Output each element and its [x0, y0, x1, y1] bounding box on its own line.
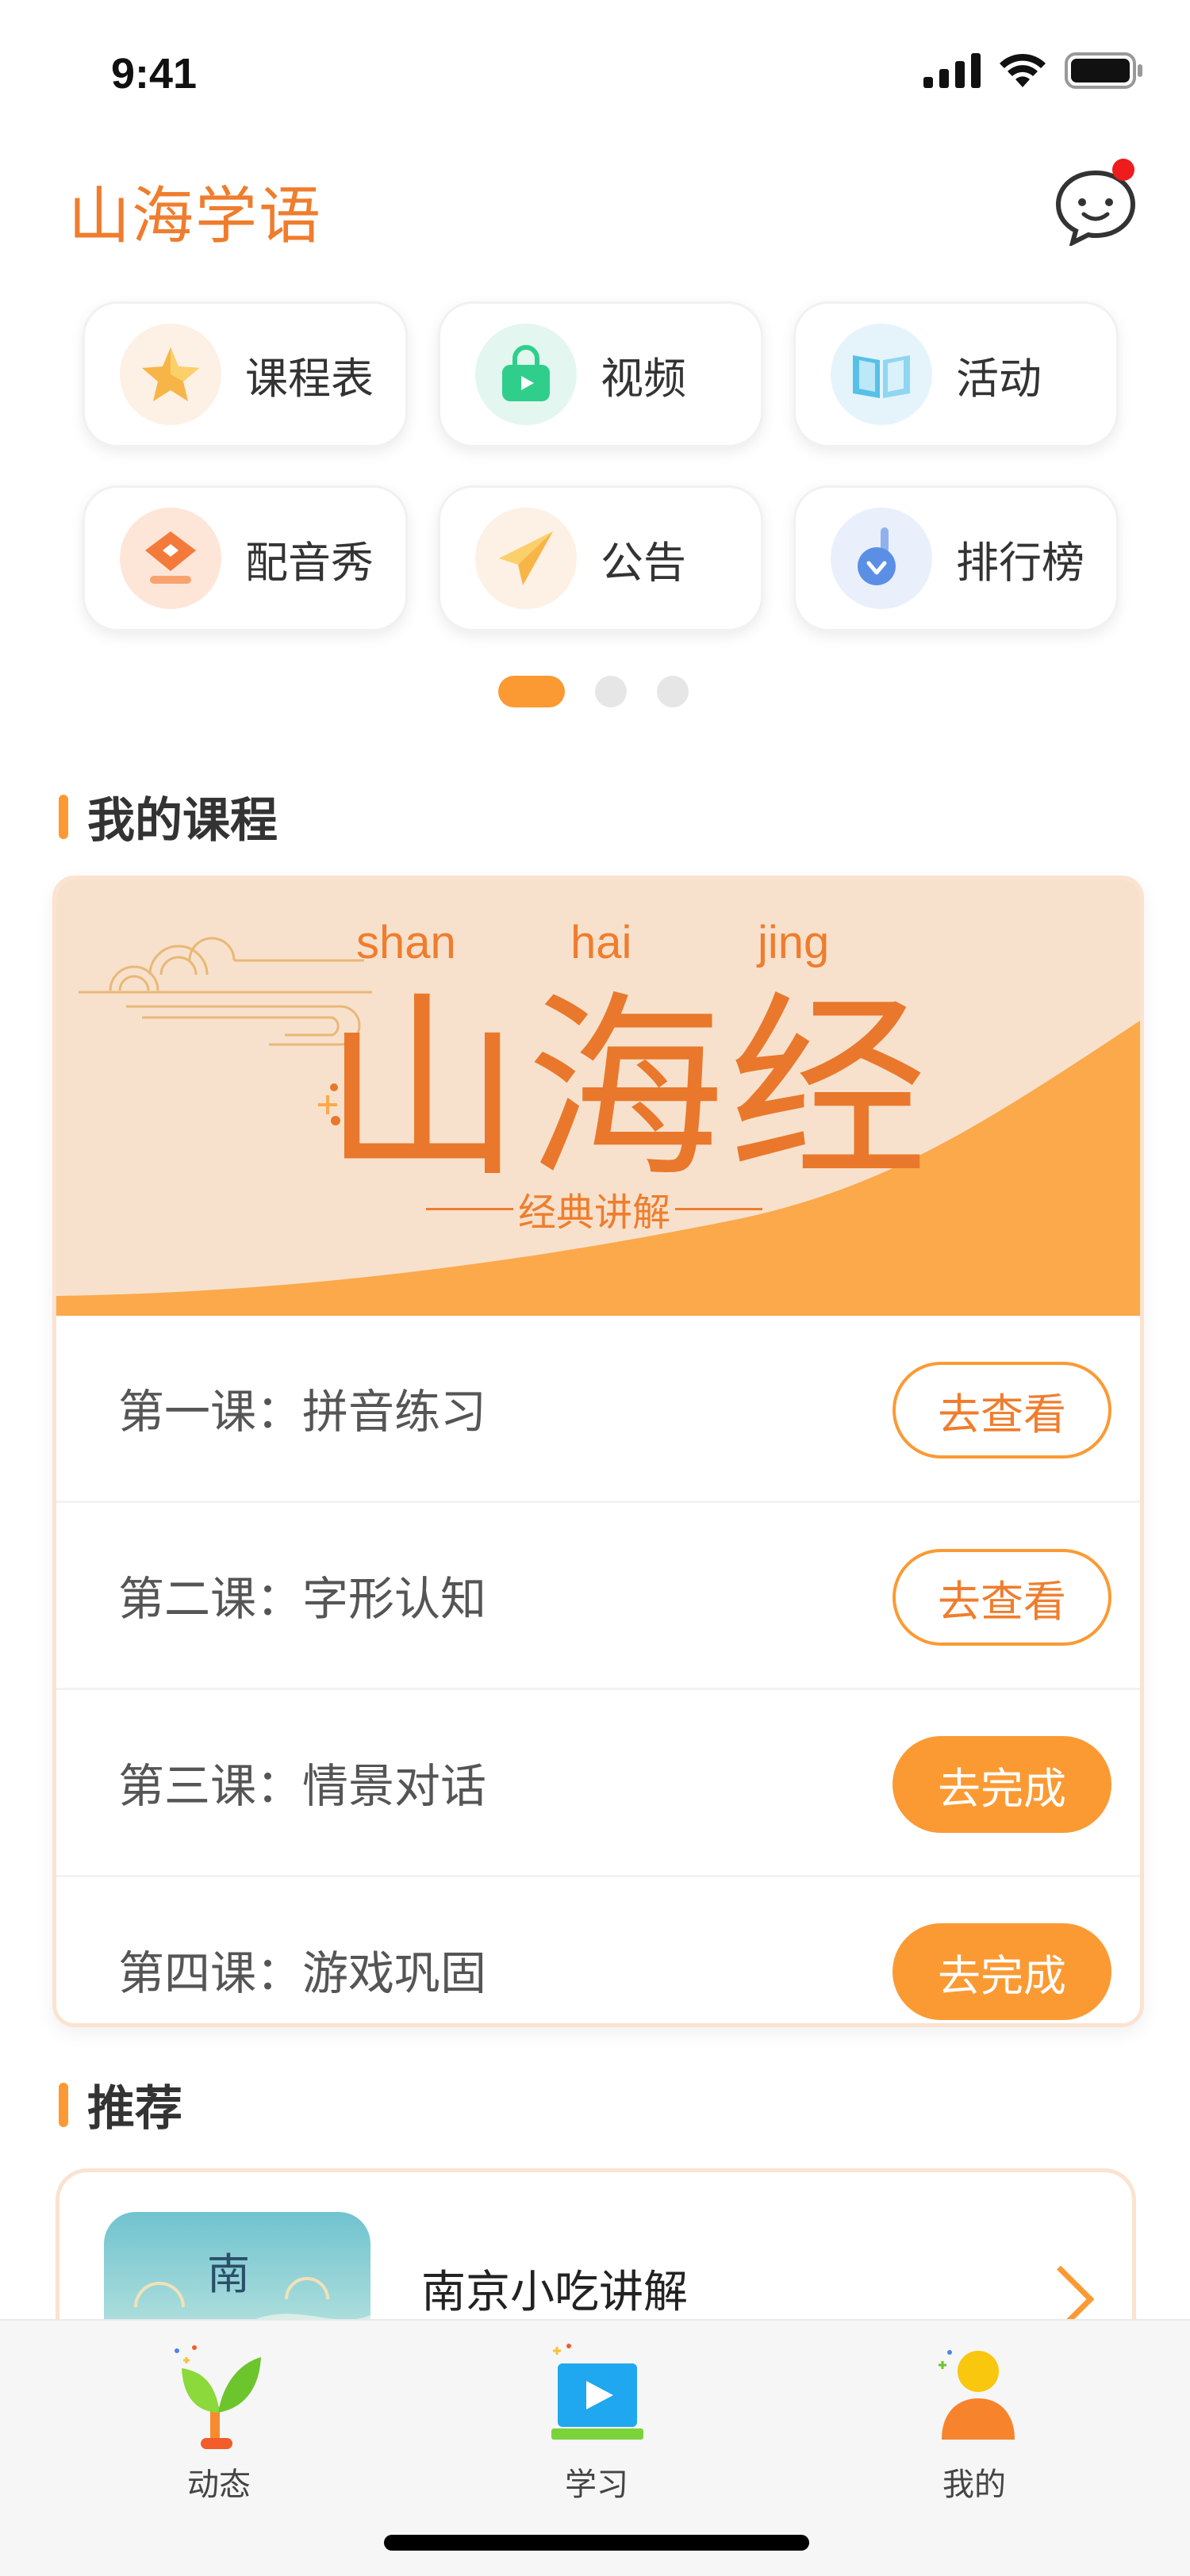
lesson-name: 第一课：拼音练习	[118, 1385, 487, 1439]
section-title: 我的课程	[87, 793, 278, 849]
lesson-name: 第二课：字形认知	[118, 1572, 487, 1626]
notification-dot	[1112, 159, 1134, 181]
message-button[interactable]	[1052, 159, 1139, 247]
complete-lesson-button[interactable]: 去完成	[892, 1736, 1111, 1833]
entry-label: 排行榜	[956, 537, 1084, 588]
page-dot[interactable]	[595, 676, 627, 707]
banner-pinyin: hai	[570, 917, 632, 968]
divider	[426, 1207, 513, 1210]
banner-subtitle-row: 经典讲解	[421, 1181, 767, 1236]
home-indicator	[384, 2535, 809, 2551]
recommend-title: 南京小吃讲解	[421, 2267, 688, 2318]
entry-icon-bg	[120, 324, 221, 425]
tab-label: 我的	[942, 2467, 1006, 2503]
entry-icon-bg	[475, 508, 577, 609]
entry-activity[interactable]: 活动	[793, 301, 1119, 447]
entry-label: 公告	[601, 537, 686, 588]
entry-schedule[interactable]: 课程表	[83, 301, 408, 447]
entry-label: 课程表	[245, 353, 374, 404]
lesson-row: 第一课：拼音练习 去查看	[56, 1316, 1140, 1503]
lesson-row: 第二课：字形认知 去查看	[56, 1503, 1140, 1690]
complete-lesson-button[interactable]: 去完成	[892, 1923, 1111, 2020]
lesson-row: 第三课：情景对话 去完成	[56, 1690, 1140, 1877]
page-indicator	[498, 676, 689, 707]
status-time: 9:41	[111, 50, 198, 98]
user-icon	[939, 2350, 1015, 2440]
tab-study[interactable]: 学习	[493, 2321, 700, 2511]
star-icon	[142, 347, 199, 401]
banner-subtitle: 经典讲解	[518, 1190, 671, 1235]
entry-icon-bg	[120, 508, 221, 609]
tab-feed[interactable]: 动态	[116, 2321, 322, 2511]
entry-icon-bg	[475, 324, 577, 425]
tab-label: 动态	[187, 2467, 251, 2503]
banner-title: 山海经	[323, 974, 932, 1205]
section-accent-bar	[59, 2082, 68, 2127]
wifi-icon	[1000, 53, 1046, 87]
entry-label: 活动	[956, 353, 1042, 404]
section-accent-bar	[59, 794, 68, 839]
lesson-name: 第四课：游戏巩固	[118, 1946, 487, 2000]
entry-label: 视频	[601, 353, 686, 404]
status-bar: 9:41	[0, 0, 1190, 143]
paper-plane-icon	[499, 531, 553, 585]
book-icon	[853, 355, 910, 398]
course-banner[interactable]: shan hai jing 山海经 经典讲解	[56, 880, 1140, 1316]
entry-dubbing[interactable]: 配音秀	[83, 485, 408, 631]
thumbnail-text: 南	[207, 2249, 250, 2299]
course-card: shan hai jing 山海经 经典讲解 第一课：拼音练习 去查看 第二课：…	[52, 876, 1144, 2027]
entry-notice[interactable]: 公告	[438, 485, 763, 631]
tab-profile[interactable]: 我的	[871, 2321, 1077, 2511]
battery-icon	[1065, 52, 1142, 89]
tab-label: 学习	[565, 2467, 628, 2503]
divider	[675, 1207, 763, 1210]
quick-entry-grid: 课程表 视频 活动 配音秀 公告 排行榜	[83, 301, 1122, 631]
status-icons	[923, 52, 1144, 89]
page-dot-active[interactable]	[498, 676, 565, 707]
play-board-icon	[551, 2344, 643, 2440]
section-my-courses: 我的课程	[59, 782, 278, 851]
entry-icon-bg	[831, 324, 932, 425]
tab-icon	[159, 2336, 278, 2455]
tab-icon	[537, 2336, 656, 2455]
banner-pinyin: shan	[356, 917, 456, 968]
app-title: 山海学语	[68, 181, 323, 252]
entry-ranking[interactable]: 排行榜	[793, 485, 1119, 631]
lesson-row: 第四课：游戏巩固 去完成	[56, 1877, 1140, 2023]
entry-label: 配音秀	[245, 537, 374, 588]
entry-icon-bg	[831, 508, 932, 609]
dubbing-icon	[145, 531, 196, 584]
view-lesson-button[interactable]: 去查看	[892, 1362, 1111, 1459]
tab-icon	[915, 2336, 1034, 2455]
entry-video[interactable]: 视频	[438, 301, 763, 447]
lesson-name: 第三课：情景对话	[118, 1759, 487, 1813]
banner-pinyin: jing	[758, 917, 830, 968]
chat-bubble-icon	[1055, 159, 1136, 247]
view-lesson-button[interactable]: 去查看	[892, 1549, 1111, 1646]
section-recommend: 推荐	[59, 2070, 182, 2139]
signal-icon	[923, 53, 981, 88]
sprout-icon	[175, 2345, 261, 2449]
video-bag-icon	[502, 345, 550, 401]
page-dot[interactable]	[657, 676, 689, 707]
medal-icon	[858, 527, 896, 585]
section-title: 推荐	[87, 2081, 182, 2137]
